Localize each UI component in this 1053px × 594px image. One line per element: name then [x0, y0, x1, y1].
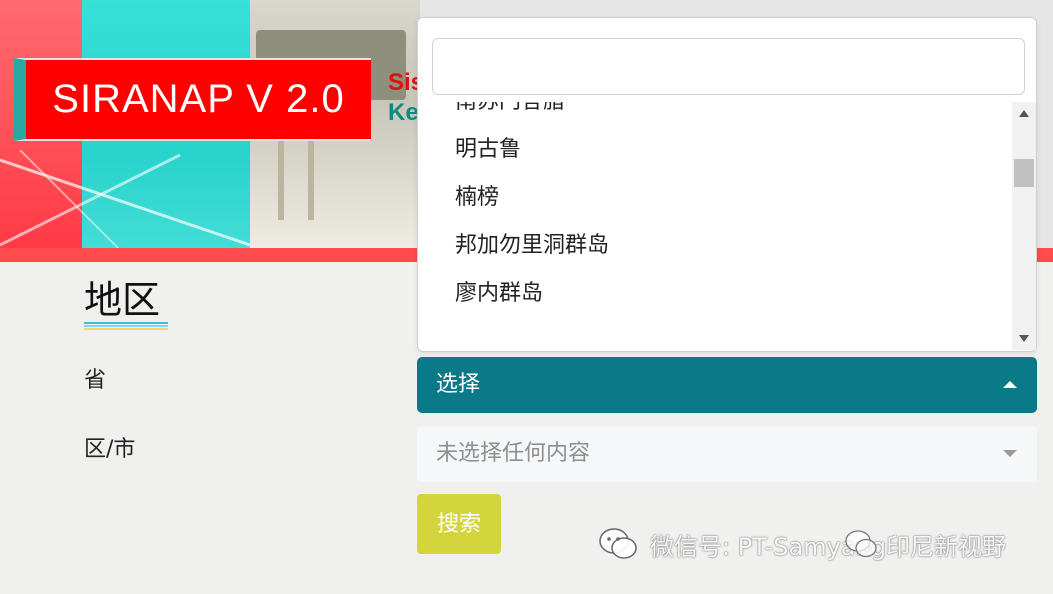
caret-down-icon: [1003, 450, 1017, 457]
caret-up-icon: [1003, 381, 1017, 388]
province-select-value: 选择: [436, 372, 481, 397]
bed-leg: [308, 130, 314, 220]
search-button[interactable]: 搜索: [417, 494, 501, 554]
dropdown-option[interactable]: 明古鲁: [418, 126, 1012, 174]
wechat-icon: [599, 528, 637, 559]
siranap-logo: SIRANAP V 2.0: [14, 58, 371, 141]
dropdown-option[interactable]: 南苏门答腊: [418, 102, 1012, 126]
section-title: 地区: [84, 278, 161, 322]
wechat-icon: [845, 530, 877, 558]
province-label: 省: [84, 368, 107, 393]
watermark-text: 微信号: PT-Samyang印尼新视野: [650, 532, 1006, 561]
city-select[interactable]: 未选择任何内容: [417, 426, 1037, 482]
logo-text: SIRANAP V 2.0: [52, 77, 345, 121]
dropdown-scrollbar[interactable]: [1012, 102, 1036, 350]
dropdown-option[interactable]: 邦加勿里洞群岛: [418, 222, 1012, 270]
bed-leg: [278, 130, 284, 220]
dropdown-option[interactable]: 廖内群岛: [418, 270, 1012, 318]
scroll-up-arrow-icon[interactable]: [1019, 110, 1029, 117]
dropdown-option[interactable]: 楠榜: [418, 174, 1012, 222]
province-select[interactable]: 选择: [417, 357, 1037, 413]
scroll-down-arrow-icon[interactable]: [1019, 335, 1029, 342]
province-dropdown-panel: 南苏门答腊 明古鲁 楠榜 邦加勿里洞群岛 廖内群岛: [417, 17, 1037, 352]
dropdown-search-input[interactable]: [432, 38, 1025, 95]
city-label: 区/市: [84, 437, 136, 462]
city-select-placeholder: 未选择任何内容: [436, 441, 591, 466]
section-title-underline: [84, 322, 168, 331]
wechat-watermark: 微信号: PT-Samyang印尼新视野: [598, 522, 1006, 566]
banner-diagonal-lines: [0, 150, 250, 250]
dropdown-options-list: 南苏门答腊 明古鲁 楠榜 邦加勿里洞群岛 廖内群岛: [418, 102, 1012, 350]
scrollbar-thumb[interactable]: [1014, 159, 1034, 187]
